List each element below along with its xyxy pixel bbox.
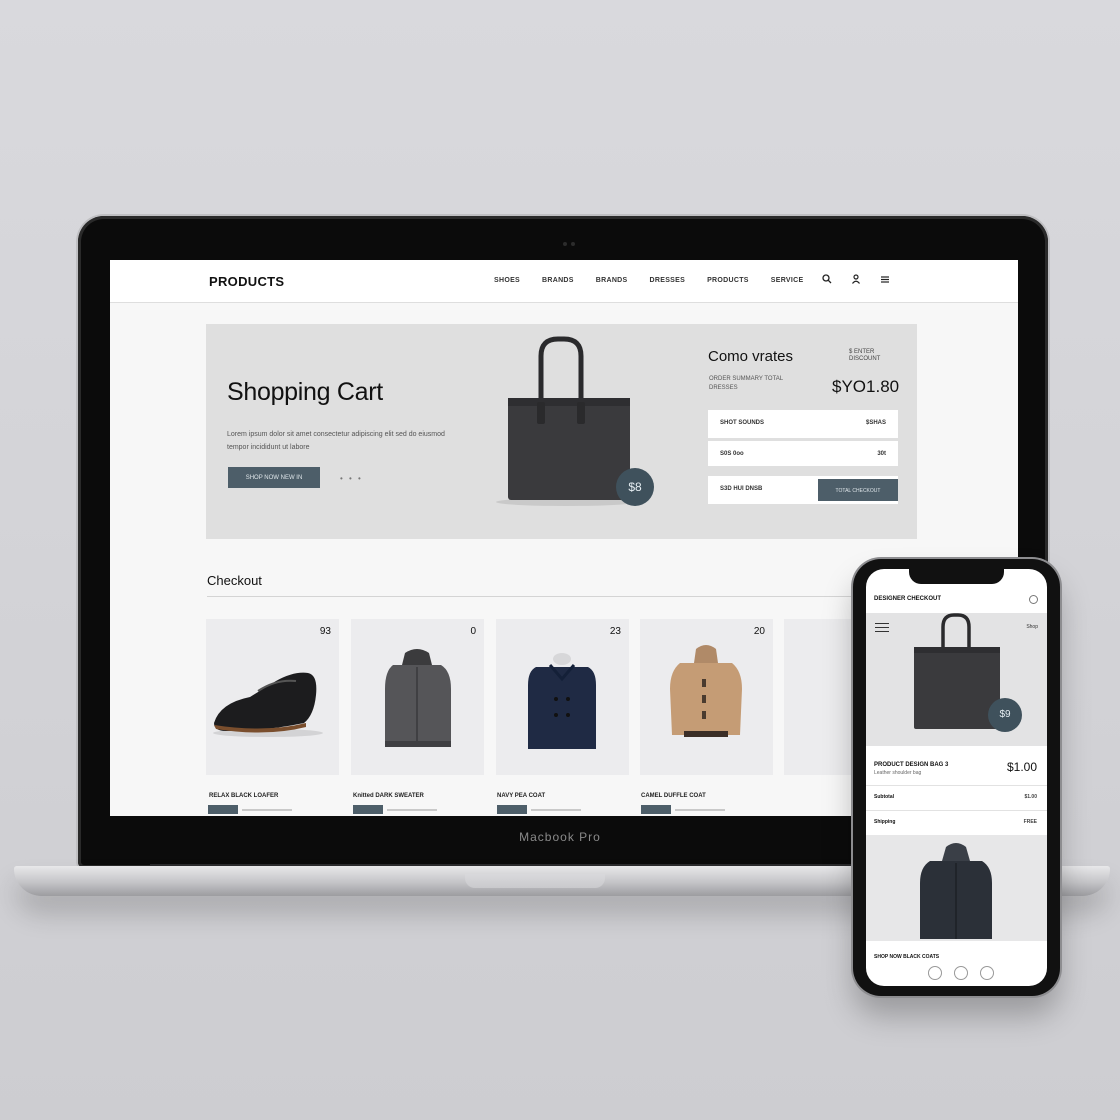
- checkout-row: S3D HUI DNSB TOTAL CHECKOUT: [708, 476, 898, 504]
- color-swatch[interactable]: [353, 805, 383, 814]
- mobile-row-value: FREE: [1023, 819, 1037, 825]
- price-badge: $9: [988, 698, 1022, 732]
- summary-title: Como vrates: [708, 348, 794, 365]
- price-badge: $8: [616, 468, 654, 506]
- summary-row-label: SHOT SOUNDS: [720, 420, 765, 426]
- phone-frame: DESIGNER CHECKOUT Shop $9 PRODUCT DESIGN…: [853, 559, 1060, 996]
- nav-menu: SHOES BRANDS BRANDS DRESSES PRODUCTS SER…: [494, 277, 803, 284]
- color-swatch[interactable]: [497, 805, 527, 814]
- site-logo[interactable]: PRODUCTS: [209, 274, 284, 289]
- discount-tag[interactable]: $ ENTER DISCOUNT: [849, 349, 899, 363]
- product-price: 23: [609, 626, 621, 637]
- color-swatch[interactable]: [208, 805, 238, 814]
- nav-item[interactable]: SHOES: [494, 277, 520, 284]
- phone-notch: [909, 569, 1004, 584]
- mobile-summary-row: Subtotal $1.00: [866, 785, 1047, 810]
- nav-item[interactable]: DRESSES: [650, 277, 686, 284]
- product-name[interactable]: CAMEL DUFFLE COAT: [641, 793, 706, 799]
- product-card[interactable]: 93: [206, 619, 339, 775]
- cart-icon[interactable]: [954, 966, 968, 980]
- product-name[interactable]: NAVY PEA COAT: [497, 793, 545, 799]
- dark-jacket-image: [920, 843, 992, 939]
- shop-now-button[interactable]: SHOP NOW NEW IN: [228, 467, 320, 488]
- nav-item[interactable]: SERVICE: [771, 277, 804, 284]
- hero-title: Shopping Cart: [227, 378, 383, 406]
- summary-row-label: S0S 0oo: [720, 451, 744, 457]
- nav-item[interactable]: BRANDS: [596, 277, 628, 284]
- top-nav: PRODUCTS SHOES BRANDS BRANDS DRESSES PRO…: [110, 260, 1018, 303]
- product-name[interactable]: Knitted DARK SWEATER: [353, 793, 424, 799]
- camel-coat-image: [670, 645, 742, 737]
- summary-row: SHOT SOUNDS $SHAS: [708, 410, 898, 438]
- summary-subtitle-line: ORDER SUMMARY TOTAL: [709, 376, 784, 382]
- laptop-notch: [465, 874, 605, 888]
- mobile-row-value: $1.00: [1024, 794, 1037, 800]
- profile-icon[interactable]: [980, 966, 994, 980]
- product-card[interactable]: 20: [640, 619, 773, 775]
- nav-item[interactable]: BRANDS: [542, 277, 574, 284]
- product-name[interactable]: RELAX BLACK LOAFER: [209, 793, 278, 799]
- checkout-row-label: S3D HUI DNSB: [720, 486, 763, 492]
- laptop-brand-label: Macbook Pro: [519, 830, 601, 844]
- camera: [563, 242, 575, 246]
- product-price: 0: [470, 626, 476, 637]
- product-price: 93: [319, 626, 331, 637]
- mobile-hero: Shop $9: [866, 613, 1047, 746]
- user-icon[interactable]: [851, 274, 861, 287]
- mobile-title: DESIGNER CHECKOUT: [874, 596, 942, 602]
- color-swatch[interactable]: [641, 805, 671, 814]
- navy-coat-image: [528, 653, 596, 749]
- carousel-dots[interactable]: • • •: [340, 474, 363, 483]
- mobile-screen: DESIGNER CHECKOUT Shop $9 PRODUCT DESIGN…: [866, 569, 1047, 986]
- product-card[interactable]: 23: [496, 619, 629, 775]
- mobile-row-label: Subtotal: [874, 794, 894, 800]
- summary-row-value: $SHAS: [865, 420, 886, 426]
- mobile-item-price: $1.00: [1006, 760, 1037, 774]
- order-total: $YO1.80: [832, 377, 900, 396]
- mobile-row-label: Shipping: [874, 819, 896, 825]
- product-price: 20: [753, 626, 765, 637]
- summary-subtitle: ORDER SUMMARY TOTAL DRESSES: [709, 375, 783, 393]
- nav-item[interactable]: PRODUCTS: [707, 277, 749, 284]
- summary-subtitle-line: DRESSES: [709, 385, 738, 391]
- menu-icon[interactable]: [880, 274, 890, 287]
- swatch-line: [675, 809, 725, 811]
- summary-row-value: 30t: [877, 451, 886, 457]
- sweater-image: [385, 649, 451, 747]
- mobile-footer-text[interactable]: SHOP NOW BLACK COATS: [874, 954, 939, 960]
- mobile-product-card[interactable]: [866, 835, 1047, 941]
- swatch-line: [387, 809, 437, 811]
- product-card[interactable]: 0: [351, 619, 484, 775]
- home-icon[interactable]: [928, 966, 942, 980]
- search-icon[interactable]: [1029, 595, 1038, 604]
- tote-bag-image: [496, 336, 636, 506]
- tote-bag-image: [914, 613, 1000, 729]
- mobile-item-subtitle: Leather shoulder bag: [874, 770, 922, 776]
- mobile-footer-icons: [928, 966, 994, 980]
- section-title: Checkout: [207, 573, 262, 588]
- checkout-button[interactable]: TOTAL CHECKOUT: [818, 479, 898, 501]
- hero-description: Lorem ipsum dolor sit amet consectetur a…: [227, 431, 445, 451]
- mobile-item-name: PRODUCT DESIGN BAG 3: [874, 762, 949, 768]
- hero-banner: Shopping Cart Lorem ipsum dolor sit amet…: [206, 324, 917, 539]
- summary-row: S0S 0oo 30t: [708, 441, 898, 466]
- mobile-summary-row: Shipping FREE: [866, 810, 1047, 835]
- search-icon[interactable]: [822, 274, 832, 287]
- swatch-line: [531, 809, 581, 811]
- loafer-image: [213, 672, 323, 737]
- swatch-line: [242, 809, 292, 811]
